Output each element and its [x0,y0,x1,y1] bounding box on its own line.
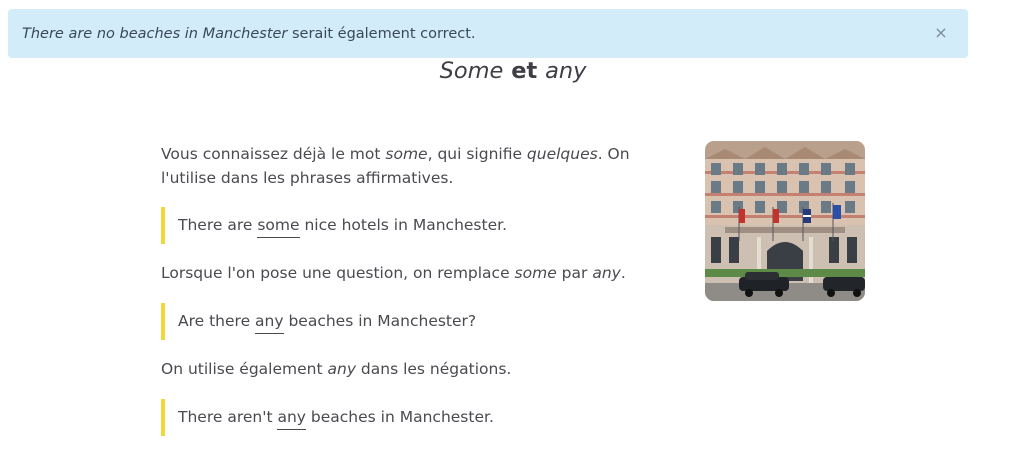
intro-text: Vous connaissez déjà le mot [161,145,386,163]
alert-rest: serait également correct. [287,26,476,42]
intro-emphasis-quelques: quelques [526,145,598,163]
info-alert: There are no beaches in Manchester serai… [8,9,968,58]
alert-message: There are no beaches in Manchester serai… [22,9,476,60]
example-quote: Are there any beaches in Manchester? [161,303,476,340]
example-quote: There aren't any beaches in Manchester. [161,399,494,436]
example-text: There are [178,216,258,234]
intro-text: , qui signifie [427,145,527,163]
example-keyword: any [277,408,306,430]
rule-text: dans les négations. [356,360,512,378]
rule-emphasis: some [514,264,557,282]
alert-sentence: There are no beaches in Manchester [22,26,288,42]
intro-line-1: Vous connaissez déjà le mot some, qui si… [161,142,630,166]
example-quote: There are some nice hotels in Manchester… [161,207,507,244]
example-text: beaches in Manchester. [305,408,494,426]
rule-text: Lorsque l'on pose une question, on rempl… [161,264,515,282]
hotel-facade-illustration [705,141,865,301]
title-connector: et [503,58,546,84]
rule-emphasis: any [327,360,357,378]
intro-paragraph: Vous connaissez déjà le mot some, qui si… [161,142,630,190]
question-rule: Lorsque l'on pose une question, on rempl… [161,261,626,285]
title-word-any: any [545,58,587,84]
example-text: nice hotels in Manchester. [299,216,508,234]
rule-emphasis: any [592,264,621,282]
intro-line-2: l'utilise dans les phrases affirmatives. [161,169,454,187]
rule-text: . [620,264,626,282]
close-icon[interactable]: × [931,23,951,43]
example-keyword: any [255,312,284,334]
rule-text: par [556,264,593,282]
intro-emphasis-some: some [385,145,428,163]
title-word-some: Some [439,58,504,84]
example-text: Are there [178,312,256,330]
negation-rule: On utilise également any dans les négati… [161,357,511,381]
lesson-title: Some et any [0,58,1012,84]
example-keyword: some [257,216,300,238]
intro-text: . On [597,145,630,163]
example-text: beaches in Manchester? [283,312,477,330]
rule-text: On utilise également [161,360,328,378]
example-text: There aren't [178,408,278,426]
hotel-image [705,141,865,301]
